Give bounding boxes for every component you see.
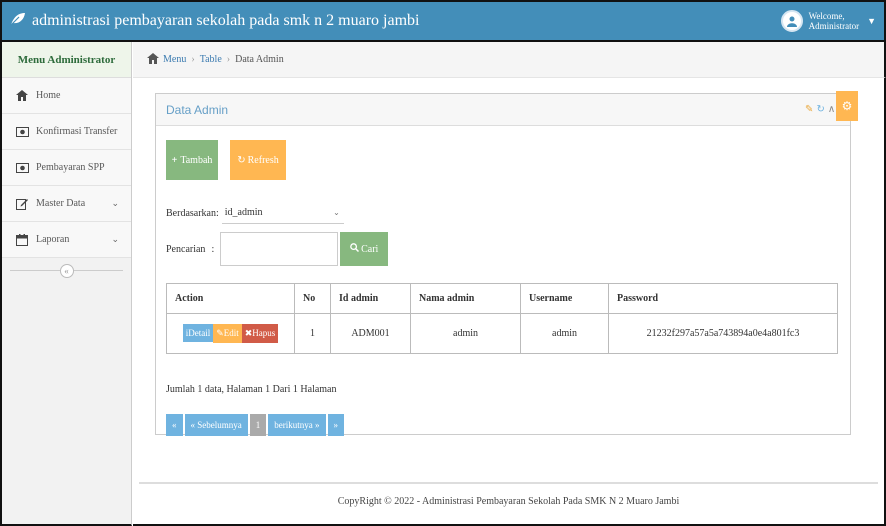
filter-label: Berdasarkan: xyxy=(166,207,219,219)
main-content: Data Admin ✎ ↻ ∧ × ⚙ + Tambah ↻ Refresh … xyxy=(133,78,886,526)
sidebar: Menu Administrator Home Konfirmasi Trans… xyxy=(0,42,132,526)
column-header[interactable]: No xyxy=(294,283,331,314)
home-icon[interactable] xyxy=(147,52,159,67)
sidebar-item-konfirmasi-transfer[interactable]: Konfirmasi Transfer xyxy=(2,114,131,150)
pagination-current[interactable]: 1 xyxy=(249,414,267,436)
user-name: Administrator xyxy=(808,21,860,31)
cell-username: admin xyxy=(520,313,609,354)
filter-value: id_admin xyxy=(224,207,263,218)
sidebar-header: Menu Administrator xyxy=(2,42,131,78)
cari-label: Cari xyxy=(361,243,379,255)
edit-label: Edit xyxy=(223,328,239,338)
widget-title: Data Admin xyxy=(166,102,229,117)
chevron-down-icon: ⌄ xyxy=(111,198,119,208)
filter-row: Berdasarkan: id_admin ⌄ xyxy=(166,202,344,224)
action-cell: iDetail ✎Edit ✖Hapus xyxy=(166,313,295,354)
pagination-last[interactable]: » xyxy=(327,414,344,436)
tambah-label: Tambah xyxy=(180,154,213,166)
brand[interactable]: administrasi pembayaran sekolah pada smk… xyxy=(2,12,419,31)
table-header-row: Action No Id admin Nama admin Username P… xyxy=(166,283,838,314)
breadcrumb-table[interactable]: Table xyxy=(200,54,222,65)
cell-no: 1 xyxy=(294,313,331,354)
sidebar-item-label: Pembayaran SPP xyxy=(36,162,105,173)
cell-nama-admin: admin xyxy=(410,313,521,354)
sidebar-item-label: Home xyxy=(36,90,61,101)
sidebar-item-label: Konfirmasi Transfer xyxy=(36,126,118,137)
sidebar-item-label: Master Data xyxy=(36,198,86,209)
chevron-up-icon[interactable]: ∧ xyxy=(828,104,835,115)
leaf-icon xyxy=(10,12,26,31)
sidebar-item-laporan[interactable]: Laporan ⌄ xyxy=(2,222,131,258)
user-menu[interactable]: Welcome, Administrator ▼ xyxy=(780,2,884,40)
breadcrumb: Menu › Table › Data Admin xyxy=(133,42,886,78)
breadcrumb-separator: › xyxy=(191,54,195,65)
breadcrumb-separator: › xyxy=(226,54,231,65)
home-icon xyxy=(14,90,30,101)
pagination: « « Sebelumnya 1 berikutnya » » xyxy=(166,414,344,436)
column-header[interactable]: Nama admin xyxy=(410,283,521,314)
pagination-first[interactable]: « xyxy=(166,414,183,436)
detail-label: Detail xyxy=(188,328,211,338)
table-row: iDetail ✎Edit ✖Hapus 1 ADM001 admin admin … xyxy=(166,313,838,354)
tambah-button[interactable]: + Tambah xyxy=(166,140,218,180)
money-icon xyxy=(14,162,30,173)
pencil-icon[interactable]: ✎ xyxy=(805,104,813,115)
edit-button[interactable]: ✎Edit xyxy=(213,324,242,343)
pagination-prev[interactable]: « Sebelumnya xyxy=(184,414,248,436)
chevron-down-icon: ⌄ xyxy=(333,208,340,217)
sidebar-item-home[interactable]: Home xyxy=(2,78,131,114)
cari-button[interactable]: Cari xyxy=(340,232,389,266)
column-header[interactable]: Password xyxy=(608,283,838,314)
data-admin-widget: Data Admin ✎ ↻ ∧ × ⚙ + Tambah ↻ Refresh … xyxy=(155,91,858,436)
detail-button[interactable]: iDetail xyxy=(182,324,214,342)
column-header[interactable]: Action xyxy=(166,283,295,314)
welcome-label: Welcome, xyxy=(808,11,845,21)
breadcrumb-current: Data Admin xyxy=(235,54,284,65)
footer-divider xyxy=(139,482,878,484)
refresh-icon[interactable]: ↻ xyxy=(816,104,824,115)
search-label: Pencarian xyxy=(166,243,206,255)
pagination-summary: Jumlah 1 data, Halaman 1 Dari 1 Halaman xyxy=(166,384,337,395)
collapse-sidebar-icon[interactable]: « xyxy=(59,264,74,278)
breadcrumb-menu[interactable]: Menu xyxy=(163,54,186,65)
edit-icon: ✎ xyxy=(216,328,224,338)
search-input[interactable] xyxy=(220,232,339,266)
edit-icon xyxy=(14,198,30,210)
admin-table: Action No Id admin Nama admin Username P… xyxy=(166,283,838,354)
hapus-label: Hapus xyxy=(252,328,276,338)
widget-header: Data Admin ✎ ↻ ∧ × ⚙ xyxy=(156,91,858,126)
hapus-button[interactable]: ✖Hapus xyxy=(241,324,279,343)
refresh-button[interactable]: ↻ Refresh xyxy=(230,140,286,180)
gear-icon[interactable]: ⚙ xyxy=(836,91,858,121)
money-icon xyxy=(14,126,30,137)
sidebar-item-pembayaran-spp[interactable]: Pembayaran SPP xyxy=(2,150,131,186)
app-title: administrasi pembayaran sekolah pada smk… xyxy=(32,12,420,29)
footer-copyright: CopyRight © 2022 - Administrasi Pembayar… xyxy=(337,496,680,507)
column-header[interactable]: Id admin xyxy=(330,283,411,314)
navbar: administrasi pembayaran sekolah pada smk… xyxy=(0,0,886,42)
search-colon: : xyxy=(211,243,215,255)
avatar xyxy=(780,10,803,32)
column-header[interactable]: Username xyxy=(520,283,609,314)
plus-icon: + xyxy=(171,154,178,166)
sidebar-item-master-data[interactable]: Master Data ⌄ xyxy=(2,186,131,222)
search-row: Pencarian : Cari xyxy=(166,232,389,266)
sidebar-collapse: « xyxy=(2,258,131,284)
filter-select[interactable]: id_admin ⌄ xyxy=(221,202,344,224)
refresh-icon: ↻ xyxy=(237,154,246,166)
welcome-text: Welcome, Administrator xyxy=(809,11,860,31)
refresh-label: Refresh xyxy=(247,154,279,166)
sidebar-item-label: Laporan xyxy=(36,234,70,245)
caret-down-icon: ▼ xyxy=(867,16,876,26)
cell-id-admin: ADM001 xyxy=(330,313,411,354)
cell-password: 21232f297a57a5a743894a0e4a801fc3 xyxy=(608,313,838,354)
pagination-next[interactable]: berikutnya » xyxy=(268,414,326,436)
chevron-down-icon: ⌄ xyxy=(111,234,119,244)
calendar-icon xyxy=(14,233,30,246)
search-icon xyxy=(350,243,360,255)
